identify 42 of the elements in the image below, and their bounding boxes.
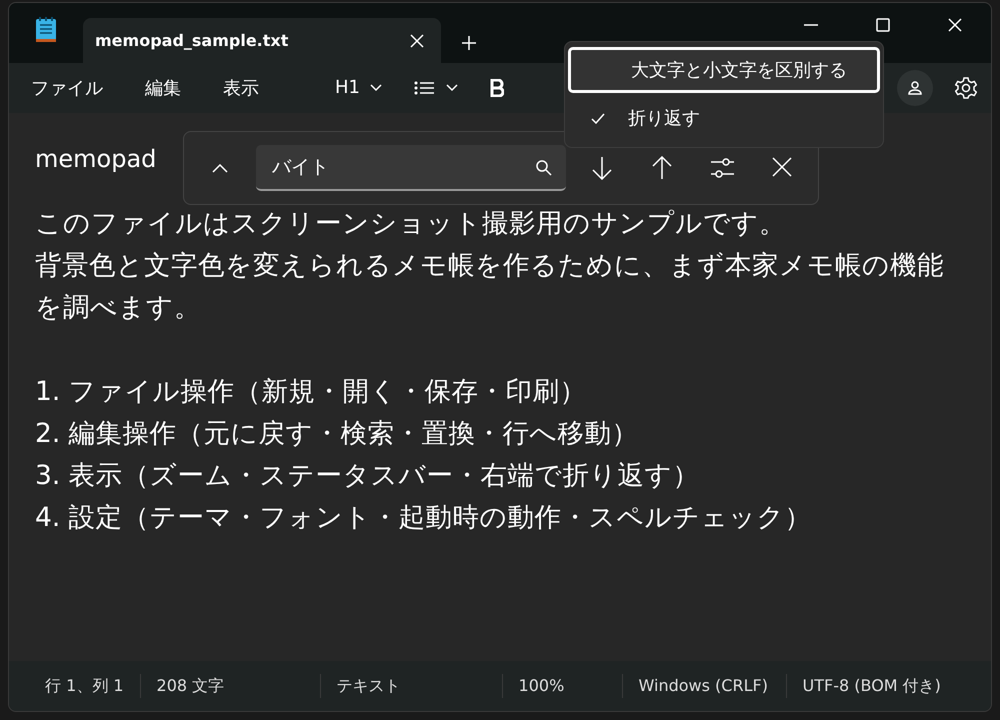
notepad-icon	[35, 17, 57, 43]
text-line: 1. ファイル操作（新規・開く・保存・印刷）	[35, 375, 588, 409]
check-icon	[591, 112, 605, 124]
menu-option[interactable]: 折り返す	[568, 95, 880, 141]
document-heading: memopad	[35, 144, 156, 175]
list-icon	[414, 81, 434, 95]
text-line: このファイルはスクリーンショット撮影用のサンプルです。	[35, 207, 787, 241]
file-tab[interactable]: memopad_sample.txt	[83, 18, 441, 63]
close-icon	[409, 32, 425, 48]
find-input[interactable]: バイト	[270, 152, 535, 182]
search-icon	[535, 158, 552, 176]
status-item: 行 1、列 1	[29, 674, 141, 698]
text-line: 背景色と文字色を変えられるメモ帳を作るために、まず本家メモ帳の機能を調べます。	[35, 249, 945, 325]
text-line: 3. 表示（ズーム・ステータスバー・右端で折り返す）	[35, 459, 701, 493]
text-line: 2. 編集操作（元に戻す・検索・置換・行へ移動）	[35, 417, 640, 451]
menu-item[interactable]: ファイル	[19, 70, 115, 106]
menu-item[interactable]: 編集	[133, 70, 193, 106]
chevron-up-icon	[212, 164, 228, 172]
bold-icon	[490, 79, 504, 97]
sliders-icon	[710, 156, 734, 180]
status-item: 100%	[502, 674, 623, 698]
status-item: UTF-8 (BOM 付き)	[802, 675, 942, 697]
account-button[interactable]	[897, 70, 933, 106]
menu-option[interactable]: 大文字と小文字を区別する	[568, 47, 880, 93]
tab-title: memopad_sample.txt	[95, 30, 288, 52]
menu-item[interactable]: 表示	[211, 70, 271, 106]
close-icon	[947, 17, 963, 33]
arrow-up-icon	[650, 156, 674, 180]
text-line: 4. 設定（テーマ・フォント・起動時の動作・スペルチェック）	[35, 501, 813, 535]
status-item: 208 文字	[140, 674, 321, 698]
status-item: テキスト	[320, 674, 503, 698]
arrow-down-icon	[590, 156, 614, 180]
person-icon	[907, 80, 923, 96]
status-item: Windows (CRLF)	[622, 674, 787, 698]
settings-icon	[955, 77, 977, 99]
caret-icon	[446, 84, 458, 92]
minimize-icon	[803, 24, 819, 26]
caret-icon	[370, 84, 382, 92]
plus-icon	[461, 35, 477, 51]
heading-dropdown[interactable]: H1	[331, 75, 386, 101]
find-field[interactable]: バイト	[256, 145, 566, 191]
maximize-icon	[875, 17, 891, 33]
